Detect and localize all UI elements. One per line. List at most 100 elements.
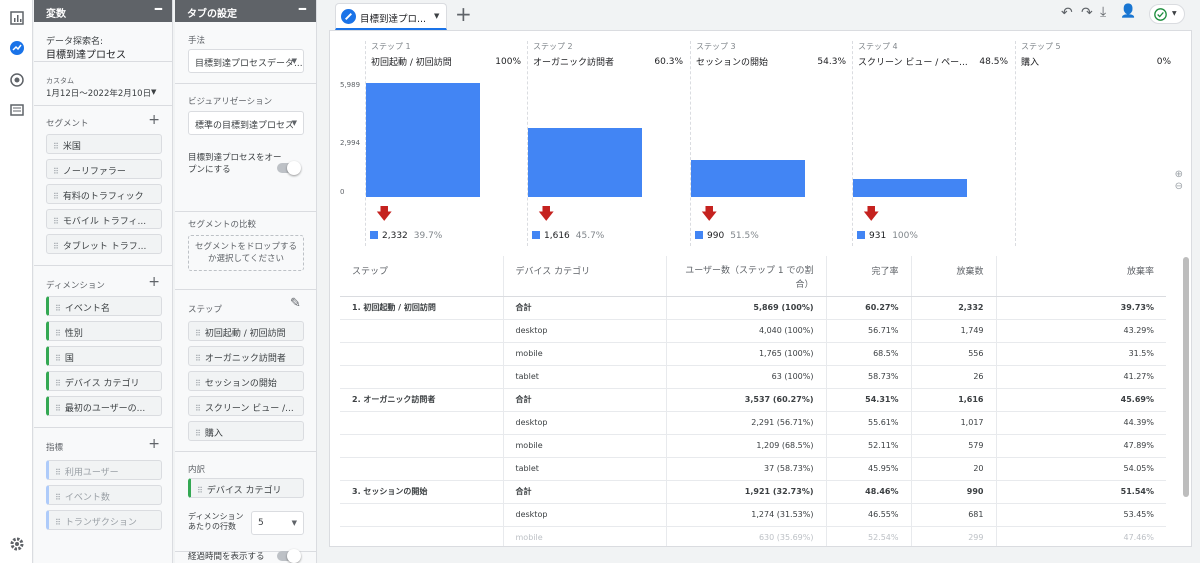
abandon-arrow-icon[interactable]: 🡇 bbox=[376, 203, 392, 230]
advertising-icon[interactable] bbox=[9, 72, 25, 88]
tab-menu-caret-icon[interactable]: ▼ bbox=[434, 12, 439, 20]
col-header-step[interactable]: ステップ bbox=[340, 256, 504, 297]
redo-icon[interactable]: ↷ bbox=[1081, 5, 1093, 21]
drag-handle-icon[interactable]: ⠿ bbox=[55, 493, 61, 502]
segment-chip[interactable]: ⠿ タブレット トラフ... bbox=[46, 234, 162, 254]
drag-handle-icon[interactable]: ⠿ bbox=[55, 468, 61, 477]
elapsed-time-toggle[interactable] bbox=[277, 549, 301, 563]
exploration-name[interactable]: 目標到達プロセス bbox=[46, 46, 126, 61]
chip-label: オーガニック訪問者 bbox=[204, 354, 286, 364]
status-menu[interactable]: ▼ bbox=[1149, 4, 1185, 24]
rows-per-dim-select[interactable]: 5 ▼ bbox=[251, 511, 304, 535]
explore-icon[interactable] bbox=[9, 40, 25, 56]
dimension-chip[interactable]: ⠿ 最初のユーザーの... bbox=[46, 396, 162, 416]
funnel-bar[interactable] bbox=[366, 83, 480, 197]
table-cell: 1,765 (100%) bbox=[666, 342, 827, 366]
download-icon[interactable]: ⤓ bbox=[1100, 4, 1106, 20]
step-chip[interactable]: ⠿ セッションの開始 bbox=[188, 371, 304, 391]
segment-drop-zone[interactable]: セグメントをドロップするか選択してください bbox=[188, 235, 304, 271]
step-chip[interactable]: ⠿ オーガニック訪問者 bbox=[188, 346, 304, 366]
metric-chip[interactable]: ⠿ トランザクション bbox=[46, 510, 162, 530]
drag-handle-icon[interactable]: ⠿ bbox=[55, 329, 61, 338]
col-header-device[interactable]: デバイス カテゴリ bbox=[503, 256, 667, 297]
metric-chip[interactable]: ⠿ 利用ユーザー bbox=[46, 460, 162, 480]
tab-funnel[interactable]: 目標到達プロ... ▼ bbox=[335, 3, 447, 30]
table-cell: desktop bbox=[503, 411, 667, 435]
table-cell: 37 (58.73%) bbox=[666, 457, 827, 481]
step-divider bbox=[690, 41, 691, 246]
abandon-arrow-icon[interactable]: 🡇 bbox=[863, 203, 879, 230]
drag-handle-icon[interactable]: ⠿ bbox=[195, 329, 201, 338]
step-chip[interactable]: ⠿ スクリーン ビュー /... bbox=[188, 396, 304, 416]
step-chip[interactable]: ⠿ 初回起動 / 初回訪問 bbox=[188, 321, 304, 341]
segment-chip[interactable]: ⠿ モバイル トラフィ... bbox=[46, 209, 162, 229]
add-dimension-icon[interactable]: + bbox=[148, 274, 160, 290]
date-dropdown-icon[interactable]: ▼ bbox=[151, 88, 156, 96]
undo-icon[interactable]: ↶ bbox=[1061, 5, 1073, 21]
drag-handle-icon[interactable]: ⠿ bbox=[55, 304, 61, 313]
table-row[interactable]: desktop 2,291 (56.71%) 55.61% 1,017 44.39% bbox=[340, 411, 1166, 435]
reports-icon[interactable] bbox=[9, 10, 25, 26]
drag-handle-icon[interactable]: ⠿ bbox=[195, 354, 201, 363]
drag-handle-icon[interactable]: ⠿ bbox=[53, 192, 59, 201]
table-row[interactable]: tablet 63 (100%) 58.73% 26 41.27% bbox=[340, 365, 1166, 389]
drag-handle-icon[interactable]: ⠿ bbox=[55, 354, 61, 363]
minimize-icon[interactable]: ━ bbox=[155, 2, 162, 16]
drag-handle-icon[interactable]: ⠿ bbox=[195, 404, 201, 413]
minimize-icon[interactable]: ━ bbox=[299, 2, 306, 16]
drag-handle-icon[interactable]: ⠿ bbox=[55, 379, 61, 388]
edit-pencil-icon[interactable]: ✎ bbox=[290, 296, 301, 311]
drag-handle-icon[interactable]: ⠿ bbox=[53, 167, 59, 176]
table-scrollbar[interactable] bbox=[1183, 257, 1189, 497]
dimension-chip[interactable]: ⠿ デバイス カテゴリ bbox=[46, 371, 162, 391]
col-header-abandon-rate[interactable]: 放棄率 bbox=[996, 256, 1166, 297]
table-row[interactable]: 1. 初回起動 / 初回訪問 合計 5,869 (100%) 60.27% 2,332 3… bbox=[340, 296, 1166, 320]
drag-handle-icon[interactable]: ⠿ bbox=[195, 379, 201, 388]
drag-handle-icon[interactable]: ⠿ bbox=[55, 518, 61, 527]
viz-select[interactable]: 標準の目標到達プロセス ▼ bbox=[188, 111, 304, 135]
add-tab-button[interactable]: + bbox=[455, 2, 472, 26]
drag-handle-icon[interactable]: ⠿ bbox=[197, 486, 203, 495]
add-metric-icon[interactable]: + bbox=[148, 436, 160, 452]
funnel-bar[interactable] bbox=[853, 178, 967, 197]
drag-handle-icon[interactable]: ⠿ bbox=[55, 404, 61, 413]
segment-chip[interactable]: ⠿ 有料のトラフィック bbox=[46, 184, 162, 204]
settings-gear-icon[interactable] bbox=[9, 536, 25, 552]
table-row[interactable]: 2. オーガニック訪問者 合計 3,537 (60.27%) 54.31% 1,616 4… bbox=[340, 388, 1166, 412]
drag-handle-icon[interactable]: ⠿ bbox=[53, 217, 59, 226]
configure-icon[interactable] bbox=[9, 102, 25, 118]
drag-handle-icon[interactable]: ⠿ bbox=[53, 142, 59, 151]
segment-chip[interactable]: ⠿ ノーリファラー bbox=[46, 159, 162, 179]
table-row[interactable]: tablet 37 (58.73%) 45.95% 20 54.05% bbox=[340, 457, 1166, 481]
table-row[interactable]: desktop 1,274 (31.53%) 46.55% 681 53.45% bbox=[340, 503, 1166, 527]
date-range-section[interactable]: カスタム 1月12日～2022年2月10日 ▼ bbox=[34, 62, 172, 106]
segment-chip[interactable]: ⠿ 米国 bbox=[46, 134, 162, 154]
zoom-in-icon[interactable]: ⊕ bbox=[1175, 169, 1183, 180]
breakdown-chip[interactable]: ⠿ デバイス カテゴリ bbox=[188, 478, 304, 498]
add-segment-icon[interactable]: + bbox=[148, 112, 160, 128]
funnel-bar[interactable] bbox=[528, 128, 642, 197]
table-row[interactable]: mobile 630 (35.69%) 52.54% 299 47.46% bbox=[340, 526, 1166, 546]
drag-handle-icon[interactable]: ⠿ bbox=[195, 429, 201, 438]
abandon-arrow-icon[interactable]: 🡇 bbox=[701, 203, 717, 230]
date-range-value[interactable]: 1月12日～2022年2月10日 bbox=[46, 87, 151, 99]
step-chip[interactable]: ⠿ 購入 bbox=[188, 421, 304, 441]
drag-handle-icon[interactable]: ⠿ bbox=[53, 242, 59, 251]
metric-chip[interactable]: ⠿ イベント数 bbox=[46, 485, 162, 505]
table-row[interactable]: 3. セッションの開始 合計 1,921 (32.73%) 48.46% 990 51.5… bbox=[340, 480, 1166, 504]
dimension-chip[interactable]: ⠿ 性別 bbox=[46, 321, 162, 341]
dimension-chip[interactable]: ⠿ 国 bbox=[46, 346, 162, 366]
col-header-completion[interactable]: 完了率 bbox=[826, 256, 912, 297]
open-funnel-toggle[interactable] bbox=[277, 161, 301, 175]
technique-select[interactable]: 目標到達プロセスデータ... ▼ bbox=[188, 49, 304, 73]
zoom-out-icon[interactable]: ⊖ bbox=[1175, 181, 1183, 192]
table-row[interactable]: desktop 4,040 (100%) 56.71% 1,749 43.29% bbox=[340, 319, 1166, 343]
col-header-abandons[interactable]: 放棄数 bbox=[911, 256, 997, 297]
table-row[interactable]: mobile 1,765 (100%) 68.5% 556 31.5% bbox=[340, 342, 1166, 366]
table-row[interactable]: mobile 1,209 (68.5%) 52.11% 579 47.89% bbox=[340, 434, 1166, 458]
funnel-bar[interactable] bbox=[691, 159, 805, 197]
abandon-arrow-icon[interactable]: 🡇 bbox=[538, 203, 554, 230]
col-header-users[interactable]: ユーザー数（ステップ 1 での割合） bbox=[666, 256, 827, 297]
dimension-chip[interactable]: ⠿ イベント名 bbox=[46, 296, 162, 316]
share-user-icon[interactable]: 👤 bbox=[1120, 4, 1136, 19]
